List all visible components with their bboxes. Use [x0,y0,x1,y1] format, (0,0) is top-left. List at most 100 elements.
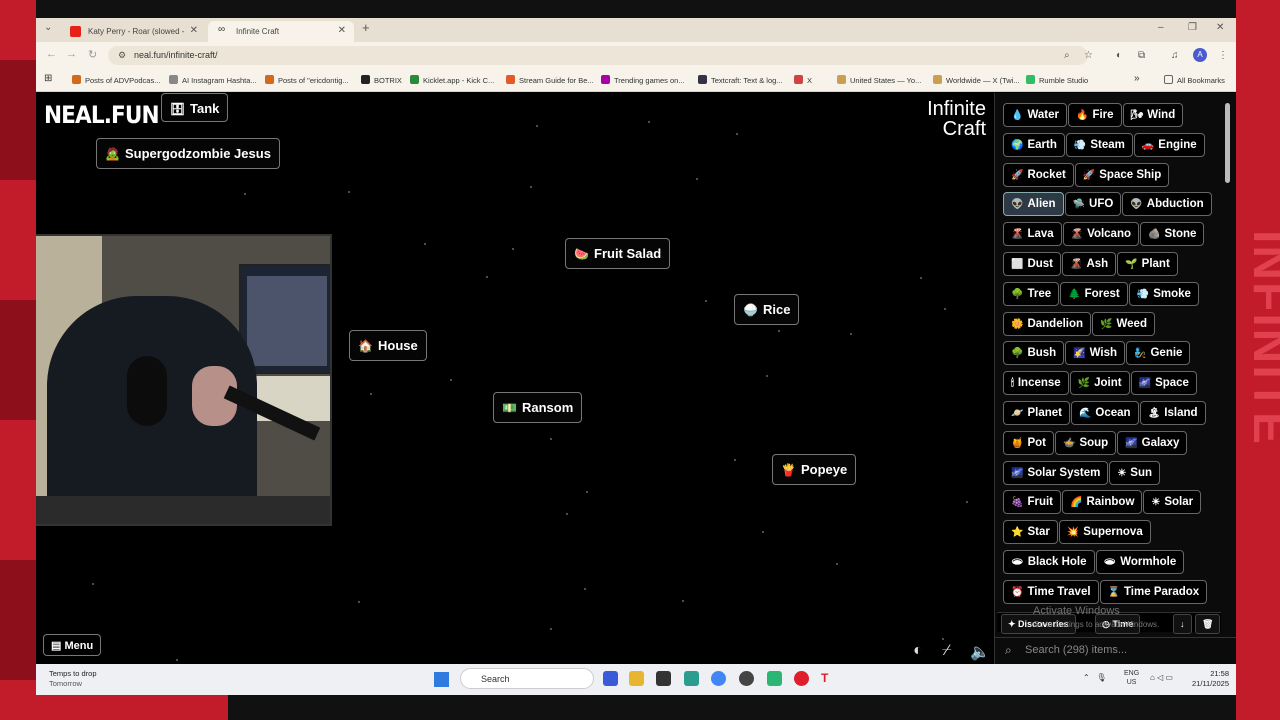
sidebar-item[interactable]: 💨 Steam [1065,132,1133,157]
close-tab-icon[interactable]: ✕ [338,25,346,36]
sidebar-item[interactable]: 💧 Water [1003,103,1067,127]
bookmark-item[interactable]: BOTRIX [361,75,402,85]
item-search-input[interactable]: ⌕ Search (298) items... [995,637,1236,664]
sidebar-item[interactable]: 🌌 Galaxy [1117,430,1188,455]
back-icon[interactable]: ← [46,48,57,60]
tab-infinite-craft[interactable]: ∞ Infinite Craft ✕ [208,21,354,42]
obs-icon[interactable] [739,671,754,686]
sidebar-item[interactable]: 🕯 Incense [1003,371,1069,396]
chrome-icon[interactable] [711,671,726,686]
sidebar-item[interactable]: 👽 Abduction [1122,192,1212,217]
sidebar-item[interactable]: 🚀 Rocket [1003,162,1074,187]
language-indicator[interactable]: ENG US [1124,669,1139,687]
sidebar-item[interactable]: 🌋 Volcano [1062,222,1140,247]
file-explorer-icon[interactable] [629,671,644,686]
sidebar-item[interactable]: 👽 Alien [1003,192,1064,217]
sidebar-item[interactable]: 🌳 Bush [1003,341,1065,366]
sidebar-item[interactable]: 🛸 UFO [1064,192,1122,217]
sidebar-item[interactable]: 🪐 Planet [1003,400,1070,425]
sidebar-item[interactable]: 🕳 Wormhole [1095,549,1185,574]
canvas-item-tank[interactable]: 🗄 Tank [161,93,229,122]
bookmark-item[interactable]: Worldwide — X (Twi... [933,75,1020,85]
sidebar-item[interactable]: 🌬 Wind [1122,103,1184,127]
more-bookmarks-icon[interactable]: » [1134,73,1140,84]
bookmark-item[interactable]: Posts of "ericdontig... [265,75,349,85]
sidebar-item[interactable]: 🕳 Black Hole [1003,549,1095,574]
canvas-item-supergodzombie-jesus[interactable]: 🧟 Supergodzombie Jesus [96,138,280,169]
bookmark-item[interactable]: AI Instagram Hashta... [169,75,257,85]
nealfun-logo[interactable]: NEAL.FUN [44,101,160,129]
browser-menu-icon[interactable]: ⋮ [1218,50,1228,61]
sidebar-item[interactable]: ⌛ Time Paradox [1099,579,1208,604]
sidebar-item[interactable]: 🔥 Fire [1067,103,1122,127]
forward-icon[interactable]: → [66,48,77,60]
sidebar-item[interactable]: 🌈 Rainbow [1062,490,1143,515]
sidebar-item[interactable]: 🌳 Tree [1003,281,1060,306]
bookmark-item[interactable]: X [794,75,812,85]
canvas-item-fruit-salad[interactable]: 🍉 Fruit Salad [565,238,671,269]
sidebar-item[interactable]: 🚗 Engine [1133,132,1205,157]
canvas-item-ransom[interactable]: 💵 Ransom [493,392,583,423]
sidebar-item[interactable]: 🌍 Earth [1003,132,1065,157]
sidebar-item[interactable]: 🍇 Fruit [1003,490,1062,515]
sidebar-item[interactable]: 🌌 Solar System [1003,460,1109,485]
sidebar-item[interactable]: ☀ Solar [1143,490,1202,515]
menu-button[interactable]: ▤ Menu [43,634,102,656]
url-bar[interactable]: ⚙ neal.fun/infinite-craft/ [108,46,1088,65]
taskbar-search[interactable]: Search [460,668,594,689]
sidebar-item[interactable]: ☀ Sun [1109,460,1161,485]
sidebar-item[interactable]: 🌋 Lava [1003,222,1062,247]
network-volume-battery-icons[interactable]: ⌂ ◁ ▭ [1150,673,1173,682]
bookmark-item[interactable]: Trending games on... [601,75,685,85]
app-icon[interactable] [684,671,699,686]
tab-search-icon[interactable]: ⌄ [44,22,52,33]
sidebar-item[interactable]: 🌠 Wish [1065,341,1126,366]
scrollbar-thumb[interactable] [1225,103,1230,183]
bookmark-star-icon[interactable]: ☆ [1084,50,1093,61]
sidebar-item[interactable]: ⏰ Time Travel [1003,579,1099,604]
trash-icon[interactable]: 🗑 [1195,614,1221,634]
sidebar-item[interactable]: 🍲 Soup [1054,430,1117,455]
reload-icon[interactable]: ↻ [88,48,97,61]
sidebar-item[interactable]: 🌋 Ash [1062,251,1117,276]
sidebar-item[interactable]: 🌿 Joint [1069,371,1130,396]
sidebar-item[interactable]: 🌱 Plant [1117,251,1178,276]
media-icon[interactable]: ♫ [1171,50,1179,61]
sidebar-item[interactable]: 💥 Supernova [1058,520,1151,545]
sidebar-item[interactable]: ⭐ Star [1003,520,1058,545]
canvas-item-house[interactable]: 🏠 House [349,330,427,361]
app-icon[interactable]: T [821,671,836,686]
close-tab-icon[interactable]: ✕ [190,25,198,36]
opera-icon[interactable] [794,671,809,686]
sidebar-item[interactable]: 🍯 Pot [1003,430,1054,455]
canvas-item-popeye[interactable]: 🍟 Popeye [772,454,857,485]
restore-button[interactable]: ❐ [1188,22,1197,33]
zoom-icon[interactable]: ⌕ [1064,50,1070,61]
taskbar-clock[interactable]: 21:58 21/11/2025 [1184,669,1229,689]
sort-direction-icon[interactable]: ↓ [1173,614,1192,634]
all-bookmarks[interactable]: All Bookmarks [1164,75,1225,85]
dark-mode-icon[interactable]: ◐ [913,642,923,660]
app-icon[interactable] [656,671,671,686]
sidebar-item[interactable]: 💨 Smoke [1128,281,1199,306]
site-info-icon[interactable]: ⚙ [118,50,126,61]
minimize-button[interactable]: – [1158,22,1164,33]
windows-start-icon[interactable] [434,672,449,687]
system-tray[interactable]: ⌃ 🎙 [1083,673,1107,682]
new-tab-button[interactable]: + [362,20,370,35]
extension-icon[interactable]: ◐ [1116,50,1122,61]
sidebar-item[interactable]: ⬜ Dust [1003,251,1062,276]
apps-grid-icon[interactable]: ⊞ [44,73,52,84]
sidebar-item[interactable]: 🪨 Stone [1140,222,1205,247]
sidebar-scrollbar[interactable] [1224,97,1232,637]
task-view-icon[interactable] [603,671,618,686]
sidebar-item[interactable]: 🌌 Space [1130,371,1197,396]
profile-avatar[interactable]: A [1193,48,1207,62]
tab-youtube[interactable]: Katy Perry - Roar (slowed - ✕ [60,21,206,42]
sidebar-item[interactable]: 🏝 Island [1139,400,1206,425]
bookmark-item[interactable]: Textcraft: Text & log... [698,75,783,85]
sidebar-item[interactable]: 🌊 Ocean [1070,400,1139,425]
sidebar-item[interactable]: 🚀 Space Ship [1074,162,1170,187]
sidebar-item[interactable]: 🧞 Genie [1126,341,1191,366]
close-window-button[interactable]: ✕ [1216,22,1224,33]
